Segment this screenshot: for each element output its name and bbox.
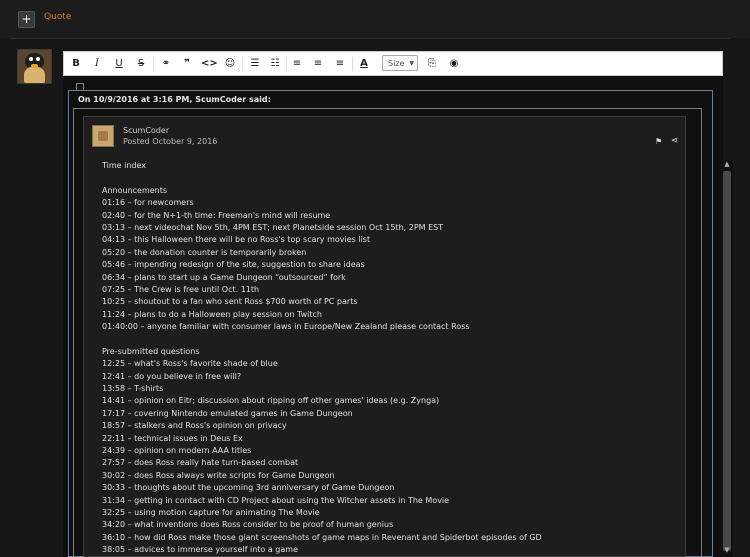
font-size-label: Size [388, 59, 405, 68]
post-avatar[interactable] [92, 125, 114, 147]
post-author[interactable]: ScumCoder [123, 126, 169, 135]
post-body: Time index Announcements 01:16 – for newco… [102, 160, 682, 556]
italic-button[interactable]: I [91, 56, 103, 72]
quoted-post: ScumCoder Posted October 9, 2016 ⚑ ⋖ Tim… [83, 116, 686, 557]
quote-icon[interactable]: ❞ [180, 56, 194, 72]
post-line: Announcements [102, 185, 168, 195]
post-line: Pre-submitted questions [102, 346, 200, 356]
post-line: 13:58 – T-shirts [102, 384, 164, 394]
toolbar-separator [286, 57, 287, 71]
post-line: 10:25 – shoutout to a fan who sent Ross … [102, 297, 358, 307]
post-line: 31:34 – getting in contact with CD Proje… [102, 495, 450, 505]
post-line: 18:57 – stalkers and Ross's opinion on p… [102, 421, 287, 431]
post-line [102, 333, 682, 345]
bold-button[interactable]: B [70, 56, 82, 72]
post-line [102, 172, 682, 184]
scroll-up-icon[interactable]: ▲ [721, 158, 733, 170]
post-line: 03:13 – next videochat Nov 5th, 4PM EST;… [102, 222, 444, 232]
toolbar-separator [153, 57, 154, 71]
scroll-down-icon[interactable]: ▼ [721, 544, 733, 556]
align-left-icon[interactable]: ≡ [291, 56, 303, 72]
post-line: 14:41 – opinion on Eitr; discussion abou… [102, 396, 440, 406]
post-line: 32:25 – using motion capture for animati… [102, 507, 320, 517]
post-line: Time index [102, 161, 147, 170]
expand-button[interactable]: + [18, 11, 35, 28]
flag-icon[interactable]: ⚑ [655, 137, 662, 146]
post-line: 34:20 – what inventions does Ross consid… [102, 520, 394, 530]
post-line: 01:16 – for newcomers [102, 198, 194, 208]
post-line: 05:20 – the donation counter is temporar… [102, 247, 307, 257]
bullet-list-icon[interactable]: ☰ [248, 56, 262, 72]
editor-toolbar: B I U S ⚭ ❞ <> ☺ ☰ ☷ ≡ ≡ ≡ A Size ▼ ⎘ ◉ [63, 51, 723, 76]
chevron-down-icon: ▼ [409, 60, 414, 67]
emoji-icon[interactable]: ☺ [223, 56, 237, 72]
reply-bar: + Quote [0, 0, 750, 38]
link-icon[interactable]: ⚭ [159, 56, 173, 72]
share-icon[interactable]: ⋖ [671, 136, 679, 146]
align-right-icon[interactable]: ≡ [334, 56, 346, 72]
post-line: 07:25 – The Crew is free until Oct. 11th [102, 284, 260, 294]
post-line: 30:33 – thoughts about the upcoming 3rd … [102, 483, 395, 493]
numbered-list-icon[interactable]: ☷ [268, 56, 282, 72]
post-line: 38:05 – advices to immerse yourself into… [102, 545, 299, 555]
quote-link[interactable]: Quote [44, 12, 71, 22]
post-line: 17:17 – covering Nintendo emulated games… [102, 408, 353, 418]
post-line: 01:40:00 – anyone familiar with consumer… [102, 322, 470, 332]
source-icon[interactable]: ⎘ [425, 56, 439, 72]
scrollbar-thumb[interactable] [723, 171, 731, 551]
toolbar-separator [352, 57, 353, 71]
preview-icon[interactable]: ◉ [447, 56, 461, 72]
font-size-select[interactable]: Size ▼ [382, 55, 418, 71]
toolbar-separator [242, 57, 243, 71]
post-line: 24:39 – opinion on modern AAA titles [102, 445, 252, 455]
post-line: 04:13 – this Halloween there will be no … [102, 235, 371, 245]
post-line: 27:57 – does Ross really hate turn-based… [102, 458, 299, 468]
post-date: Posted October 9, 2016 [123, 137, 218, 146]
post-line: 12:41 – do you believe in free will? [102, 371, 242, 381]
post-line: 02:40 – for the N+1-th time: Freeman's m… [102, 210, 331, 220]
user-avatar[interactable] [17, 49, 52, 84]
align-center-icon[interactable]: ≡ [312, 56, 324, 72]
divider [10, 38, 730, 39]
post-line: 12:25 – what's Ross's favorite shade of … [102, 359, 278, 369]
post-line: 30:02 – does Ross always write scripts f… [102, 470, 335, 480]
strikethrough-button[interactable]: S [135, 56, 147, 72]
post-line: 06:34 – plans to start up a Game Dungeon… [102, 272, 346, 282]
post-line: 36:10 – how did Ross make those giant sc… [102, 532, 542, 542]
post-line: 22:11 – technical issues in Deus Ex [102, 433, 243, 443]
underline-button[interactable]: U [113, 56, 125, 72]
text-color-icon[interactable]: A [357, 56, 371, 72]
post-line: 11:24 – plans to do a Halloween play ses… [102, 309, 322, 319]
post-line: 05:46 – impending redesign of the site, … [102, 260, 365, 270]
code-icon[interactable]: <> [201, 56, 218, 72]
